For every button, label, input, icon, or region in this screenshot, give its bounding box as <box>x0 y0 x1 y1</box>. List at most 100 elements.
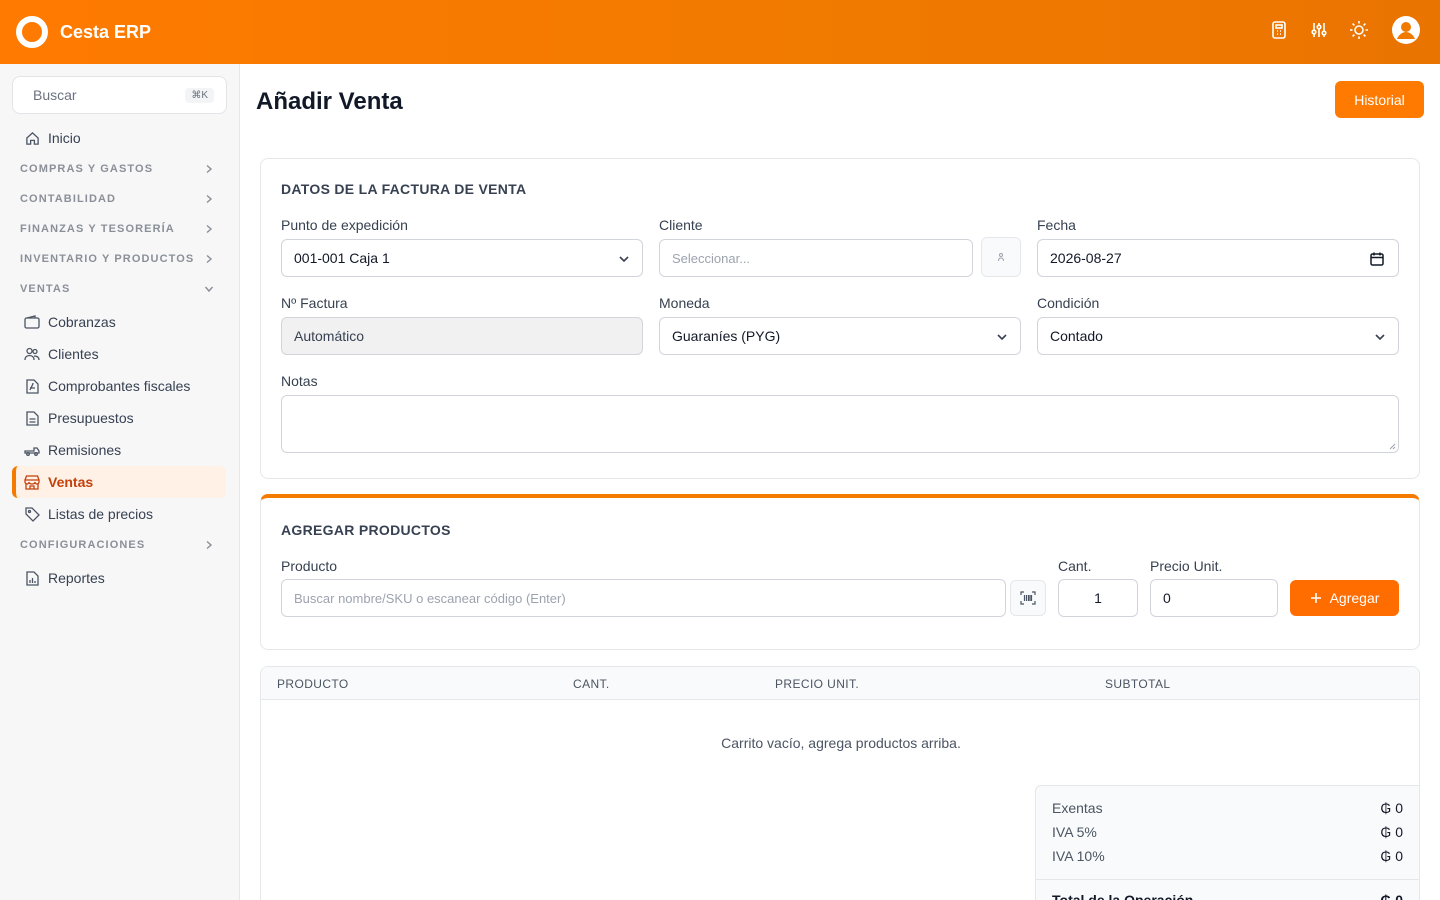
producto-search-input[interactable]: Buscar nombre/SKU o escanear código (Ent… <box>281 579 1006 617</box>
sidebar-item-presupuestos[interactable]: Presupuestos <box>12 402 226 434</box>
sidebar-item-label: Listas de precios <box>48 506 154 522</box>
resize-handle-icon[interactable] <box>1388 442 1396 450</box>
cliente-input[interactable]: Seleccionar... <box>659 239 973 277</box>
home-icon <box>24 130 40 146</box>
barcode-icon <box>1020 591 1036 605</box>
chevron-down-icon <box>997 334 1007 341</box>
chevron-right-icon <box>206 194 213 204</box>
section-label: FINANZAS Y TESORERÍA <box>20 223 175 235</box>
top-bar: Cesta ERP <box>0 0 1440 64</box>
totals-value: ₲ 0 <box>1380 848 1403 864</box>
factura-value: Automático <box>294 328 365 344</box>
calculator-icon[interactable] <box>1268 19 1290 41</box>
sun-icon[interactable] <box>1348 19 1370 41</box>
sliders-icon[interactable] <box>1308 19 1330 41</box>
totals-value: ₲ 0 <box>1380 824 1403 840</box>
add-client-button[interactable] <box>981 237 1021 277</box>
sidebar-section-inventario[interactable]: INVENTARIO Y PRODUCTOS <box>12 244 226 274</box>
products-card: AGREGAR PRODUCTOS Producto Buscar nombre… <box>260 494 1420 650</box>
sidebar-item-label: Remisiones <box>48 442 122 458</box>
factura-label: Nº Factura <box>281 295 348 311</box>
sidebar-item-label: Reportes <box>48 570 105 586</box>
sidebar-item-label: Inicio <box>48 130 81 146</box>
precio-value: 0 <box>1163 590 1171 606</box>
fecha-value: 2026-08-27 <box>1050 250 1122 266</box>
page-title: Añadir Venta <box>256 88 403 115</box>
sidebar-item-clientes[interactable]: Clientes <box>12 338 226 370</box>
cart-table: PRODUCTO CANT. PRECIO UNIT. SUBTOTAL Car… <box>260 666 1420 900</box>
wallet-icon <box>24 314 40 330</box>
totals-label: IVA 5% <box>1052 824 1097 840</box>
file-pdf-icon <box>24 378 40 394</box>
producto-placeholder: Buscar nombre/SKU o escanear código (Ent… <box>294 590 566 606</box>
notas-label: Notas <box>281 373 318 389</box>
cant-label: Cant. <box>1058 558 1092 574</box>
chevron-right-icon <box>206 224 213 234</box>
calendar-icon[interactable] <box>1370 252 1384 266</box>
moneda-select[interactable]: Guaraníes (PYG) <box>659 317 1021 355</box>
sidebar-section-compras[interactable]: COMPRAS Y GASTOS <box>12 154 226 184</box>
user-avatar-icon[interactable] <box>1392 16 1420 44</box>
punto-label: Punto de expedición <box>281 217 408 233</box>
moneda-value: Guaraníes (PYG) <box>672 328 781 344</box>
col-subtotal: SUBTOTAL <box>1105 677 1171 691</box>
sidebar-item-label: Presupuestos <box>48 410 134 426</box>
sidebar-item-reportes[interactable]: Reportes <box>12 562 226 594</box>
totals-label: Exentas <box>1052 800 1103 816</box>
sidebar-nav: Inicio COMPRAS Y GASTOS CONTABILIDAD FIN… <box>12 122 226 594</box>
sidebar-item-ventas[interactable]: Ventas <box>12 466 226 498</box>
products-section-title: AGREGAR PRODUCTOS <box>281 522 451 538</box>
sidebar-item-comprobantes[interactable]: Comprobantes fiscales <box>12 370 226 402</box>
chevron-right-icon <box>206 540 213 550</box>
sidebar-item-inicio[interactable]: Inicio <box>12 122 226 154</box>
sidebar-item-listas[interactable]: Listas de precios <box>12 498 226 530</box>
main-content: Añadir Venta Historial DATOS DE LA FACTU… <box>240 64 1440 900</box>
barcode-scan-button[interactable] <box>1010 580 1046 616</box>
sidebar-section-finanzas[interactable]: FINANZAS Y TESORERÍA <box>12 214 226 244</box>
totals-row-iva10: IVA 10% ₲ 0 <box>1052 848 1403 864</box>
fecha-input[interactable]: 2026-08-27 <box>1037 239 1399 277</box>
sidebar-search[interactable]: Buscar ⌘K <box>12 76 227 114</box>
file-text-icon <box>24 410 40 426</box>
sidebar-item-label: Clientes <box>48 346 99 362</box>
sidebar-item-remisiones[interactable]: Remisiones <box>12 434 226 466</box>
punto-select[interactable]: 001-001 Caja 1 <box>281 239 643 277</box>
cart-empty-message: Carrito vacío, agrega productos arriba. <box>721 735 961 751</box>
cant-value: 1 <box>1094 590 1102 606</box>
chevron-right-icon <box>206 164 213 174</box>
store-icon <box>24 474 40 490</box>
brand-logo[interactable] <box>16 16 48 48</box>
sidebar-section-ventas[interactable]: VENTAS <box>12 274 226 304</box>
sidebar-section-configuraciones[interactable]: CONFIGURACIONES <box>12 530 226 560</box>
section-label: CONFIGURACIONES <box>20 539 146 551</box>
chevron-down-icon <box>204 286 214 293</box>
section-label: INVENTARIO Y PRODUCTOS <box>20 253 195 265</box>
totals-label: IVA 10% <box>1052 848 1105 864</box>
totals-panel: Exentas ₲ 0 IVA 5% ₲ 0 IVA 10% ₲ 0 Total… <box>1035 785 1419 900</box>
section-label: COMPRAS Y GASTOS <box>20 163 154 175</box>
col-producto: PRODUCTO <box>277 677 349 691</box>
chevron-down-icon <box>619 256 629 263</box>
precio-input[interactable]: 0 <box>1150 579 1278 617</box>
notas-textarea[interactable] <box>281 395 1399 453</box>
sidebar-section-contabilidad[interactable]: CONTABILIDAD <box>12 184 226 214</box>
chevron-right-icon <box>206 254 213 264</box>
col-cant: CANT. <box>573 677 610 691</box>
totals-grand-total: Total de la Operación ₲ 0 <box>1052 892 1403 900</box>
producto-label: Producto <box>281 558 338 574</box>
precio-label: Precio Unit. <box>1150 558 1223 574</box>
condicion-select[interactable]: Contado <box>1037 317 1399 355</box>
search-label: Buscar <box>33 87 77 103</box>
sidebar-item-cobranzas[interactable]: Cobranzas <box>12 306 226 338</box>
condicion-value: Contado <box>1050 328 1103 344</box>
condicion-label: Condición <box>1037 295 1100 311</box>
cliente-placeholder: Seleccionar... <box>672 250 751 266</box>
add-product-button[interactable]: Agregar <box>1290 580 1399 616</box>
brand-name[interactable]: Cesta ERP <box>60 22 151 43</box>
history-button[interactable]: Historial <box>1335 81 1424 118</box>
cart-table-header: PRODUCTO CANT. PRECIO UNIT. SUBTOTAL <box>261 667 1419 700</box>
search-shortcut: ⌘K <box>185 87 214 103</box>
totals-value: ₲ 0 <box>1380 800 1403 816</box>
cant-input[interactable]: 1 <box>1058 579 1138 617</box>
invoice-card: DATOS DE LA FACTURA DE VENTA Punto de ex… <box>260 158 1420 479</box>
